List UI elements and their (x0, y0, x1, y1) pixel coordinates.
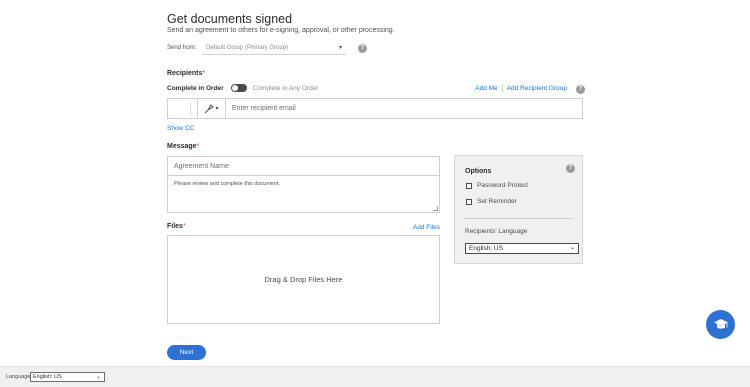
add-recipient-group-link[interactable]: Add Recipient Group (507, 85, 567, 92)
footer-language-label: Language (6, 374, 31, 380)
chevron-down-icon: ⌄ (569, 245, 575, 251)
complete-in-order-label: Complete in Order (167, 84, 224, 92)
set-reminder-option[interactable]: Set Reminder (466, 198, 517, 205)
recipient-order-cell (168, 99, 198, 118)
message-text: Please review and complete this document… (174, 181, 281, 187)
next-button[interactable]: Next (167, 345, 206, 360)
agreement-name-input[interactable]: Agreement Name (167, 156, 440, 176)
footer-bar: Language English: US ⌄ (0, 366, 750, 387)
chevron-down-icon: ▾ (338, 45, 342, 51)
options-title: Options (465, 168, 492, 175)
message-label: Message* (167, 143, 200, 150)
options-divider (463, 218, 574, 219)
page: Get documents signed Send an agreement t… (0, 0, 750, 387)
recipient-links: Add Me Add Recipient Group (475, 84, 567, 92)
divider (501, 84, 503, 92)
required-mark: * (182, 223, 186, 230)
help-icon[interactable]: ? (576, 85, 585, 94)
checkbox[interactable] (466, 198, 472, 205)
education-button[interactable] (706, 310, 735, 339)
complete-in-any-order-label: Complete in Any Order (252, 84, 319, 92)
help-icon[interactable]: ? (566, 164, 575, 173)
send-from-select[interactable]: Default Group (Primary Group) ▾ (202, 41, 346, 55)
order-toggle-row: Complete in Order Complete in Any Order (167, 83, 318, 93)
send-from-label: Send from: (167, 45, 197, 51)
help-icon[interactable]: ? (358, 44, 367, 53)
required-mark: * (196, 143, 200, 150)
page-title: Get documents signed (167, 12, 293, 26)
page-subtitle: Send an agreement to others for e-signin… (167, 27, 395, 34)
file-dropzone[interactable]: Drag & Drop Files Here (167, 235, 440, 324)
checkbox[interactable] (466, 182, 472, 189)
recipients-language-label: Recipients' Language (465, 228, 528, 235)
chevron-down-icon: ▾ (215, 106, 219, 112)
recipient-row: ▾ Enter recipient email (167, 98, 583, 119)
options-panel: Options ? Password Protect Set Reminder … (454, 155, 583, 264)
footer-language-select[interactable]: English: US ⌄ (30, 372, 105, 382)
footer-language-value: English: US (33, 374, 62, 380)
recipients-language-select[interactable]: English: US ⌄ (465, 243, 579, 254)
set-reminder-label: Set Reminder (477, 198, 517, 205)
recipient-email-input[interactable]: Enter recipient email (226, 105, 582, 112)
add-me-link[interactable]: Add Me (475, 85, 497, 92)
password-protect-label: Password Protect (477, 182, 528, 189)
add-files-link[interactable]: Add Files (413, 224, 440, 231)
files-label: Files* (167, 223, 186, 230)
order-toggle[interactable] (230, 84, 247, 92)
role-picker[interactable]: ▾ (198, 99, 226, 118)
recipients-language-value: English: US (469, 245, 503, 252)
send-from-value: Default Group (Primary Group) (206, 45, 289, 51)
resize-handle[interactable] (433, 206, 438, 211)
graduation-cap-icon (713, 318, 728, 329)
chevron-down-icon: ⌄ (95, 374, 101, 380)
required-mark: * (202, 70, 206, 77)
recipients-label: Recipients* (167, 70, 206, 77)
show-cc-link[interactable]: Show CC (167, 125, 194, 132)
dropzone-text: Drag & Drop Files Here (264, 275, 343, 284)
password-protect-option[interactable]: Password Protect (466, 182, 528, 189)
message-textarea[interactable]: Please review and complete this document… (167, 175, 440, 213)
pen-nib-icon (205, 103, 215, 113)
